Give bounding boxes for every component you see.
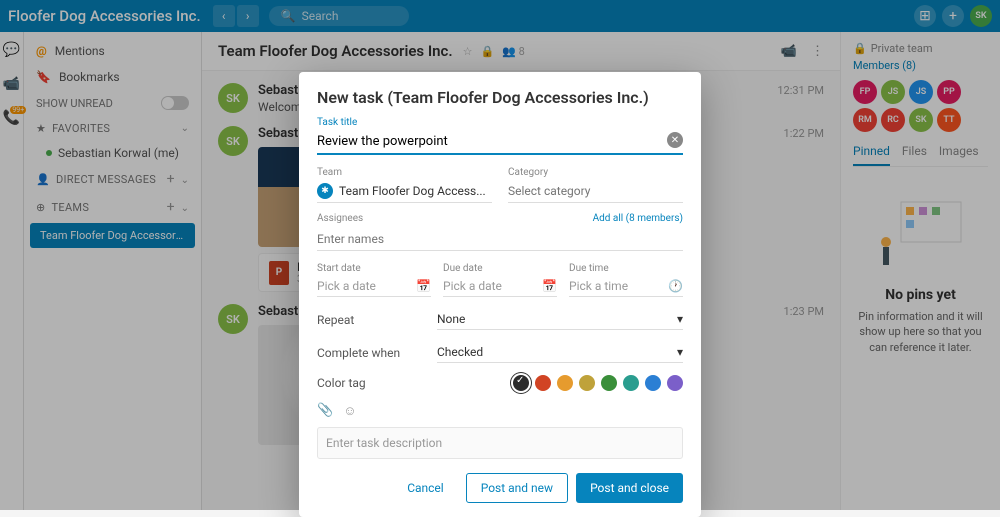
task-title-label: Task title	[317, 117, 683, 128]
clock-icon: 🕐	[668, 279, 683, 293]
complete-when-select[interactable]: Checked▾	[437, 342, 683, 363]
calendar-icon: 📅	[416, 279, 431, 293]
color-option[interactable]	[513, 375, 529, 391]
calendar-icon: 📅	[542, 279, 557, 293]
due-date-label: Due date	[443, 263, 557, 274]
post-and-new-button[interactable]: Post and new	[466, 473, 568, 503]
due-time-input[interactable]: Pick a time🕐	[569, 276, 683, 297]
color-tag-label: Color tag	[317, 376, 366, 390]
chevron-down-icon: ▾	[677, 345, 683, 359]
due-date-input[interactable]: Pick a date📅	[443, 276, 557, 297]
category-select[interactable]	[508, 180, 683, 203]
complete-when-label: Complete when	[317, 346, 437, 360]
color-option[interactable]	[645, 375, 661, 391]
chevron-down-icon: ▾	[677, 312, 683, 326]
new-task-modal: New task (Team Floofer Dog Accessories I…	[299, 72, 701, 517]
team-select[interactable]: ✱ Team Floofer Dog Access...	[317, 180, 492, 203]
modal-title: New task (Team Floofer Dog Accessories I…	[317, 88, 683, 107]
due-time-label: Due time	[569, 263, 683, 274]
color-option[interactable]	[601, 375, 617, 391]
team-icon: ✱	[317, 183, 333, 199]
start-date-input[interactable]: Pick a date📅	[317, 276, 431, 297]
modal-overlay[interactable]: New task (Team Floofer Dog Accessories I…	[0, 0, 1000, 510]
color-option[interactable]	[557, 375, 573, 391]
attach-icon[interactable]: 📎	[317, 403, 333, 419]
description-input[interactable]: Enter task description	[317, 427, 683, 459]
clear-icon[interactable]: ✕	[667, 132, 683, 148]
color-option[interactable]	[535, 375, 551, 391]
category-label: Category	[508, 167, 683, 178]
add-all-link[interactable]: Add all (8 members)	[593, 213, 683, 224]
color-option[interactable]	[667, 375, 683, 391]
start-date-label: Start date	[317, 263, 431, 274]
color-options	[513, 375, 683, 391]
team-label: Team	[317, 167, 492, 178]
cancel-button[interactable]: Cancel	[393, 473, 458, 503]
color-option[interactable]	[579, 375, 595, 391]
repeat-label: Repeat	[317, 313, 437, 327]
emoji-icon[interactable]: ☺	[343, 403, 356, 419]
color-option[interactable]	[623, 375, 639, 391]
assignees-input[interactable]	[317, 228, 683, 251]
task-title-input[interactable]	[317, 130, 683, 155]
repeat-select[interactable]: None▾	[437, 309, 683, 330]
post-and-close-button[interactable]: Post and close	[576, 473, 683, 503]
assignees-label: Assignees	[317, 213, 363, 224]
